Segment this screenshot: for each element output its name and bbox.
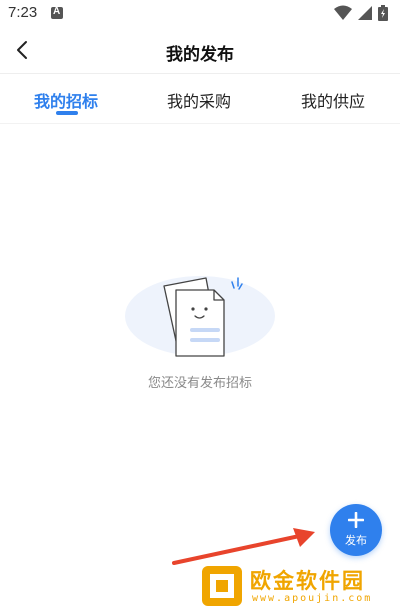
empty-document-illustration bbox=[125, 276, 275, 357]
publish-fab-label: 发布 bbox=[345, 534, 367, 547]
nav-bar: 我的发布 bbox=[0, 28, 400, 74]
watermark: 欧金软件园 www.apoujin.com bbox=[200, 560, 400, 609]
a-icon bbox=[51, 6, 63, 19]
plus-icon bbox=[348, 512, 364, 528]
watermark-logo bbox=[202, 566, 242, 606]
empty-state-message: 您还没有发布招标 bbox=[147, 376, 252, 391]
tab-my-supplies[interactable]: 我的供应 bbox=[301, 88, 365, 112]
watermark-title: 欧金软件园 bbox=[250, 569, 365, 593]
watermark-url: www.apoujin.com bbox=[252, 593, 373, 604]
page-title: 我的发布 bbox=[166, 45, 234, 65]
publish-fab-button[interactable]: 发布 bbox=[330, 504, 382, 556]
tab-my-tenders[interactable]: 我的招标 bbox=[34, 88, 98, 112]
tab-my-purchases[interactable]: 我的采购 bbox=[167, 88, 231, 112]
battery-icon bbox=[378, 5, 388, 21]
active-tab-indicator bbox=[56, 111, 78, 115]
tab-bar: 我的招标 我的采购 我的供应 bbox=[0, 74, 400, 124]
status-bar: 7:23 bbox=[0, 0, 400, 28]
signal-icon bbox=[358, 6, 372, 20]
status-time: 7:23 bbox=[8, 4, 38, 21]
wifi-icon bbox=[334, 5, 352, 20]
